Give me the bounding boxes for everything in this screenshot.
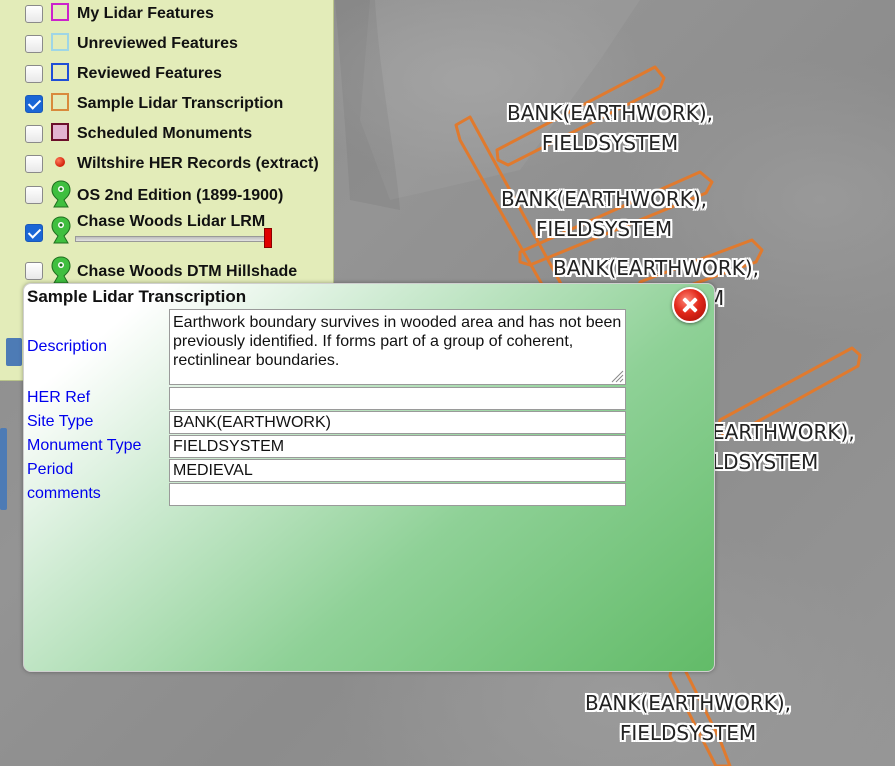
close-icon[interactable] <box>672 287 708 323</box>
layer-label: Reviewed Features <box>77 65 222 82</box>
label-line: BANK(EARTHWORK), <box>501 187 707 211</box>
layer-label: Unreviewed Features <box>77 35 238 52</box>
layer-label: My Lidar Features <box>77 5 214 22</box>
layer-opacity-slider-track[interactable] <box>75 236 272 242</box>
layer-item-reviewed-features[interactable]: Reviewed Features <box>0 60 333 88</box>
label-line: FIELDSYSTEM <box>535 217 673 241</box>
layer-item-chase-woods-lidar-lrm[interactable]: Chase Woods Lidar LRM <box>0 212 333 252</box>
label-line: BANK(EARTHWORK), <box>553 256 759 280</box>
site-type-label: Site Type <box>27 413 94 430</box>
description-field[interactable]: Earthwork boundary survives in wooded ar… <box>169 309 626 385</box>
layer-label: Sample Lidar Transcription <box>77 95 284 112</box>
description-label: Description <box>27 338 108 355</box>
label-line: LDSYSTEM <box>712 450 819 474</box>
side-panel-toggle[interactable] <box>0 428 7 510</box>
layer-checkbox[interactable] <box>25 224 43 242</box>
layer-label: Wiltshire HER Records (extract) <box>77 155 319 172</box>
period-field[interactable] <box>169 459 626 482</box>
layer-item-chase-woods-dtm-hillshade[interactable]: Chase Woods DTM Hillshade <box>0 256 333 284</box>
period-label: Period <box>27 461 74 478</box>
layer-item-os-2nd-edition[interactable]: OS 2nd Edition (1899-1900) <box>0 180 333 208</box>
comments-field[interactable] <box>169 483 626 506</box>
layer-checkbox[interactable] <box>25 35 43 53</box>
layer-checkbox[interactable] <box>25 155 43 173</box>
layer-label: OS 2nd Edition (1899-1900) <box>77 187 284 204</box>
map-pin-icon <box>51 216 71 244</box>
label-line: FIELDSYSTEM <box>619 721 757 745</box>
edit-tool-icon[interactable] <box>6 338 22 366</box>
layer-checkbox[interactable] <box>25 65 43 83</box>
blue-square-icon <box>51 63 69 81</box>
light-blue-square-icon <box>51 33 69 51</box>
layer-item-sample-lidar-transcription[interactable]: Sample Lidar Transcription <box>0 90 333 118</box>
layer-checkbox[interactable] <box>25 95 43 113</box>
label-line: FIELDSYSTEM <box>541 131 679 155</box>
layer-label: Scheduled Monuments <box>77 125 253 142</box>
layer-checkbox[interactable] <box>25 5 43 23</box>
feature-info-popup: Sample Lidar Transcription Description E… <box>23 283 715 672</box>
layer-item-scheduled-monuments[interactable]: Scheduled Monuments <box>0 120 333 148</box>
layer-item-wiltshire-her-records[interactable]: Wiltshire HER Records (extract) <box>0 150 333 178</box>
her-ref-label: HER Ref <box>27 389 91 406</box>
monument-type-label: Monument Type <box>27 437 142 454</box>
map-pin-icon <box>51 180 71 208</box>
comments-label: comments <box>27 485 101 502</box>
popup-title: Sample Lidar Transcription <box>27 287 247 306</box>
her-ref-field[interactable] <box>169 387 626 410</box>
layer-item-my-lidar-features[interactable]: My Lidar Features <box>0 0 333 28</box>
layer-checkbox[interactable] <box>25 125 43 143</box>
label-line: BANK(EARTHWORK), <box>507 101 713 125</box>
layer-item-unreviewed-features[interactable]: Unreviewed Features <box>0 30 333 58</box>
map-feature-label: BANK(EARTHWORK), FIELDSYSTEM <box>500 98 720 158</box>
map-pin-icon <box>51 256 71 284</box>
resize-grip-icon[interactable] <box>610 369 624 383</box>
map-feature-label: BANK(EARTHWORK), FIELDSYSTEM <box>494 184 714 244</box>
layer-label: Chase Woods Lidar LRM <box>77 213 266 230</box>
layer-opacity-slider-handle[interactable] <box>264 228 272 248</box>
layer-label: Chase Woods DTM Hillshade <box>77 263 298 280</box>
map-feature-label: EARTHWORK), LDSYSTEM <box>712 417 855 477</box>
monument-type-field[interactable] <box>169 435 626 458</box>
red-dot-icon <box>55 157 65 167</box>
map-feature-label: BANK(EARTHWORK), FIELDSYSTEM <box>578 688 798 748</box>
label-line: BANK(EARTHWORK), <box>585 691 791 715</box>
pink-filled-square-icon <box>51 123 69 141</box>
layer-checkbox[interactable] <box>25 186 43 204</box>
orange-square-icon <box>51 93 69 111</box>
label-line: EARTHWORK), <box>712 420 855 444</box>
site-type-field[interactable] <box>169 411 626 434</box>
magenta-square-icon <box>51 3 69 21</box>
layer-checkbox[interactable] <box>25 262 43 280</box>
